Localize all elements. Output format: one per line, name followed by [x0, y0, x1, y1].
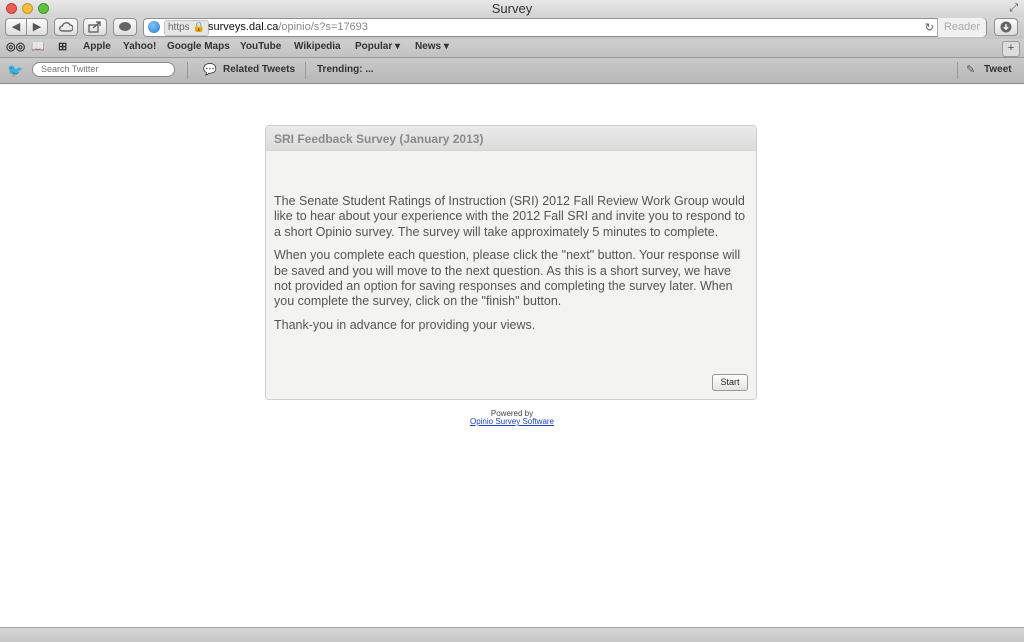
intro-paragraph: The Senate Student Ratings of Instructio…	[274, 194, 746, 239]
page-content: SRI Feedback Survey (January 2013) The S…	[0, 84, 1024, 627]
start-button[interactable]: Start	[712, 374, 748, 391]
window-titlebar: Survey ⤢	[0, 0, 1024, 17]
twitter-bird-icon: 🐦	[7, 63, 24, 78]
top-sites-grid-icon[interactable]: ⊞	[58, 40, 67, 53]
share-icon	[88, 21, 101, 33]
url-text[interactable]: surveys.dal.ca/opinio/s?s=17693	[208, 21, 368, 33]
instructions-paragraph: When you complete each question, please …	[274, 248, 741, 309]
bookmark-yahoo[interactable]: Yahoo!	[123, 41, 156, 52]
download-icon	[1000, 21, 1012, 33]
survey-intro: The Senate Student Ratings of Instructio…	[274, 194, 750, 341]
divider	[957, 62, 958, 79]
speech-bubble-icon	[119, 22, 131, 31]
browser-toolbar: ◀ ▶ https 🔒 surveys.dal.ca/opinio/s?s=17…	[0, 17, 1024, 39]
reload-icon[interactable]: ↻	[925, 21, 934, 34]
divider	[305, 62, 306, 79]
new-tab-button[interactable]: +	[1002, 41, 1020, 57]
fullscreen-icon[interactable]: ⤢	[1009, 2, 1018, 15]
bookmark-wikipedia[interactable]: Wikipedia	[294, 41, 341, 52]
thanks-paragraph: Thank-you in advance for providing your …	[274, 317, 536, 332]
status-bar	[0, 627, 1024, 642]
address-bar[interactable]: https 🔒 surveys.dal.ca/opinio/s?s=17693 …	[143, 18, 987, 37]
url-path: /opinio/s?s=17693	[278, 21, 368, 33]
survey-title: SRI Feedback Survey (January 2013)	[274, 132, 484, 146]
divider	[187, 62, 188, 79]
bookmarks-bar: ◎◎ 📖 ⊞ Apple Yahoo! Google Maps YouTube …	[0, 39, 1024, 58]
bookmark-popular-menu[interactable]: Popular ▾	[355, 41, 400, 52]
bookmark-google-maps[interactable]: Google Maps	[167, 41, 230, 52]
compose-icon: ✎	[966, 64, 976, 76]
tweet-button[interactable]: Tweet	[984, 64, 1012, 75]
opinio-software-link[interactable]: Opinio Survey Software	[0, 417, 1024, 426]
downloads-button[interactable]	[994, 18, 1018, 36]
window-title: Survey	[491, 1, 533, 16]
twitter-search-input[interactable]	[32, 62, 175, 77]
chat-button[interactable]	[113, 18, 137, 36]
bookmark-youtube[interactable]: YouTube	[240, 41, 281, 52]
https-lock-badge: https 🔒	[164, 20, 209, 36]
share-button[interactable]	[83, 18, 107, 36]
reading-list-icon[interactable]: ◎◎	[6, 40, 25, 53]
reader-button[interactable]: Reader	[937, 18, 986, 37]
url-host: surveys.dal.ca	[208, 21, 279, 33]
related-tweets-button[interactable]: Related Tweets	[223, 64, 295, 75]
bookmark-apple[interactable]: Apple	[83, 41, 111, 52]
bookmark-news-menu[interactable]: News ▾	[415, 41, 449, 52]
twitter-extension-bar: 🐦 💬 Related Tweets Trending: ... ✎ Tweet	[0, 58, 1024, 84]
speech-bubble-icon: 💬	[203, 64, 217, 76]
globe-icon	[148, 21, 160, 33]
survey-panel-header: SRI Feedback Survey (January 2013)	[266, 126, 756, 151]
forward-button[interactable]: ▶	[26, 18, 48, 36]
https-label: https	[168, 22, 190, 33]
back-button[interactable]: ◀	[5, 18, 27, 36]
bookmarks-book-icon[interactable]: 📖	[31, 40, 45, 53]
trending-text[interactable]: Trending: ...	[317, 64, 374, 75]
cloud-icon	[59, 22, 74, 32]
survey-panel: SRI Feedback Survey (January 2013) The S…	[265, 125, 757, 400]
icloud-tabs-button[interactable]	[54, 18, 78, 36]
